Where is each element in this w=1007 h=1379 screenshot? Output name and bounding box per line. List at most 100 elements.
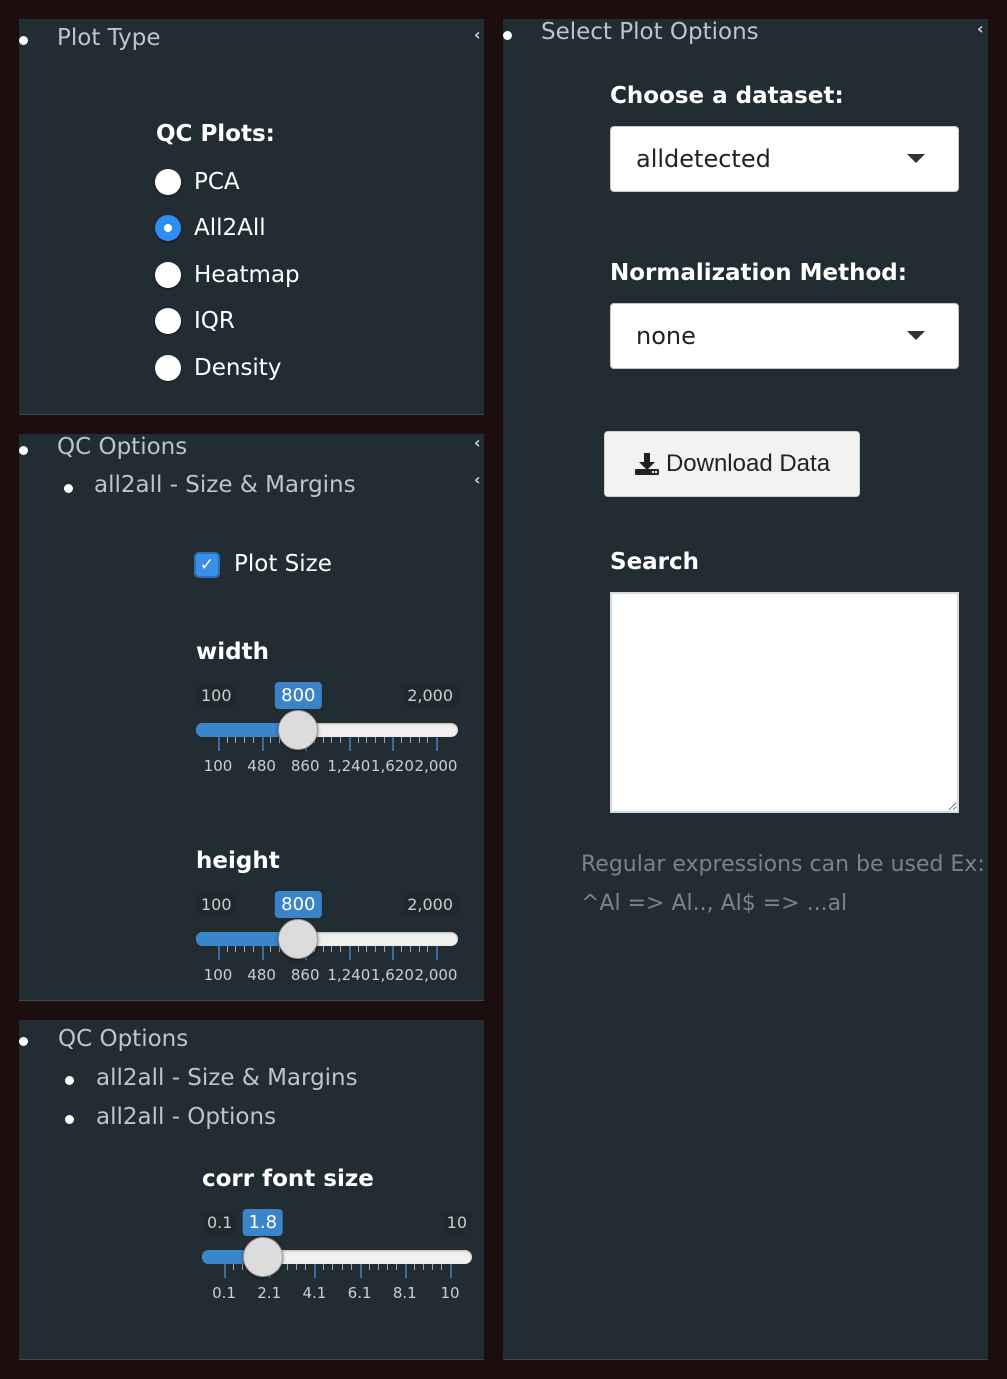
panel-title[interactable]: Select Plot Options — [541, 19, 759, 45]
help-text-line: ^Al => Al.., Al$ => ...al — [581, 891, 848, 916]
radio-button[interactable] — [155, 169, 181, 195]
bullet-icon — [64, 484, 73, 493]
slider-minor-tick — [431, 1264, 433, 1270]
slider-value-label: 1.8 — [242, 1209, 284, 1236]
slider-tick-label: 480 — [247, 966, 276, 984]
slider-major-tick — [314, 1264, 317, 1278]
slider-major-tick — [224, 1264, 226, 1278]
subsection-title[interactable]: all2all - Size & Margins — [96, 1065, 358, 1091]
slider-minor-tick — [366, 737, 368, 743]
download-data-button[interactable]: Download Data — [604, 431, 860, 497]
radio-iqr[interactable]: IQR — [155, 308, 235, 334]
slider-max-label: 2,000 — [402, 684, 458, 707]
slider-minor-tick — [242, 1264, 244, 1270]
slider-minor-tick — [235, 946, 237, 952]
slider-minor-tick — [332, 1264, 334, 1270]
corr-font-size-slider[interactable]: 0.1 10 0.1 2.1 4.1 6.1 8.1 10 1.8 — [202, 1209, 472, 1321]
slider-major-tick — [218, 737, 220, 751]
slider-minor-tick — [252, 737, 254, 743]
chevron-left-icon[interactable]: ‹ — [977, 21, 984, 37]
chevron-left-icon[interactable]: ‹ — [474, 472, 481, 488]
slider-major-tick — [218, 946, 220, 960]
slider-major-tick — [348, 737, 351, 751]
radio-heatmap[interactable]: Heatmap — [155, 262, 300, 288]
slider-value-label: 800 — [275, 891, 322, 918]
bullet-icon — [65, 1115, 74, 1124]
slider-tick-label: 480 — [247, 757, 276, 775]
chevron-left-icon[interactable]: ‹ — [474, 435, 481, 451]
panel-title-text: QC Options — [58, 1026, 189, 1052]
panel-title[interactable]: QC Options — [57, 434, 187, 460]
slider-min-label: 100 — [196, 893, 237, 916]
radio-button[interactable] — [155, 308, 181, 334]
slider-handle[interactable] — [278, 919, 319, 959]
slider-max-label: 10 — [441, 1211, 472, 1234]
plot-size-checkbox[interactable]: ✓ — [194, 552, 220, 578]
slider-minor-tick — [244, 946, 246, 952]
search-label: Search — [610, 549, 700, 575]
height-label: height — [196, 848, 280, 874]
slider-value-label: 800 — [275, 682, 322, 709]
slider-minor-tick — [322, 946, 324, 952]
slider-major-tick — [436, 737, 438, 751]
slider-ticks — [196, 946, 458, 960]
slider-minor-tick — [287, 1264, 289, 1270]
normalization-label: Normalization Method: — [610, 260, 907, 286]
bullet-icon — [19, 1037, 28, 1046]
chevron-left-icon[interactable]: ‹ — [474, 27, 481, 43]
slider-tick-label: 1,620 — [370, 757, 414, 775]
download-button-label: Download Data — [665, 450, 831, 477]
slider-minor-tick — [418, 946, 420, 952]
slider-min-label: 0.1 — [202, 1211, 238, 1234]
slider-tick-label: 10 — [440, 1284, 460, 1302]
subsection-title[interactable]: all2all - Size & Margins — [94, 472, 356, 498]
radio-pca[interactable]: PCA — [155, 169, 240, 195]
slider-minor-tick — [377, 1264, 379, 1270]
slider-tick-label: 100 — [203, 757, 233, 775]
slider-handle[interactable] — [278, 710, 319, 750]
width-slider[interactable]: 100 2,000 100 480 860 1,240 1,620 2,000 800 — [196, 682, 458, 794]
slider-minor-tick — [422, 1264, 424, 1270]
subsection-title[interactable]: all2all - Options — [96, 1104, 276, 1130]
slider-minor-tick — [409, 737, 411, 743]
normalization-select[interactable]: none — [610, 303, 959, 369]
slider-major-tick — [436, 946, 438, 960]
search-help-text: Regular expressions can be used Ex: ^Al … — [581, 845, 991, 923]
slider-minor-tick — [357, 946, 359, 952]
radio-label: Heatmap — [194, 262, 300, 288]
slider-minor-tick — [233, 1264, 235, 1270]
dataset-select[interactable]: alldetected — [610, 126, 959, 192]
slider-tick-label: 1,620 — [370, 966, 414, 984]
slider-handle[interactable] — [242, 1237, 283, 1277]
slider-major-tick — [404, 1264, 407, 1278]
slider-max-label: 2,000 — [402, 893, 458, 916]
plot-size-label: Plot Size — [234, 551, 332, 577]
height-slider[interactable]: 100 2,000 100 480 860 1,240 1,620 2,000 800 — [196, 891, 458, 1003]
slider-tick-label: 4.1 — [302, 1284, 327, 1302]
search-textarea[interactable] — [610, 592, 959, 813]
slider-minor-tick — [368, 1264, 370, 1270]
slider-tick-label: 2,000 — [414, 757, 458, 775]
radio-button[interactable] — [155, 355, 181, 381]
slider-major-tick — [392, 946, 395, 960]
radio-button[interactable] — [155, 262, 181, 288]
caret-down-icon — [907, 154, 925, 163]
slider-minor-tick — [340, 737, 342, 743]
slider-tick-label: 2.1 — [257, 1284, 282, 1302]
slider-tick-label: 8.1 — [392, 1284, 417, 1302]
slider-minor-tick — [386, 1264, 388, 1270]
radio-button-checked[interactable] — [155, 215, 181, 241]
radio-density[interactable]: Density — [155, 355, 281, 381]
slider-minor-tick — [235, 737, 237, 743]
bullet-icon — [19, 36, 28, 45]
bullet-icon — [19, 446, 28, 455]
check-icon: ✓ — [199, 555, 215, 575]
panel-title[interactable]: Plot Type — [57, 25, 161, 51]
radio-all2all[interactable]: All2All — [155, 215, 266, 241]
width-label: width — [196, 639, 269, 665]
slider-minor-tick — [244, 737, 246, 743]
slider-tick-label: 860 — [290, 757, 320, 775]
panel-title[interactable]: QC Options — [58, 1026, 188, 1052]
bullet-icon — [503, 31, 512, 40]
download-icon — [634, 453, 659, 475]
